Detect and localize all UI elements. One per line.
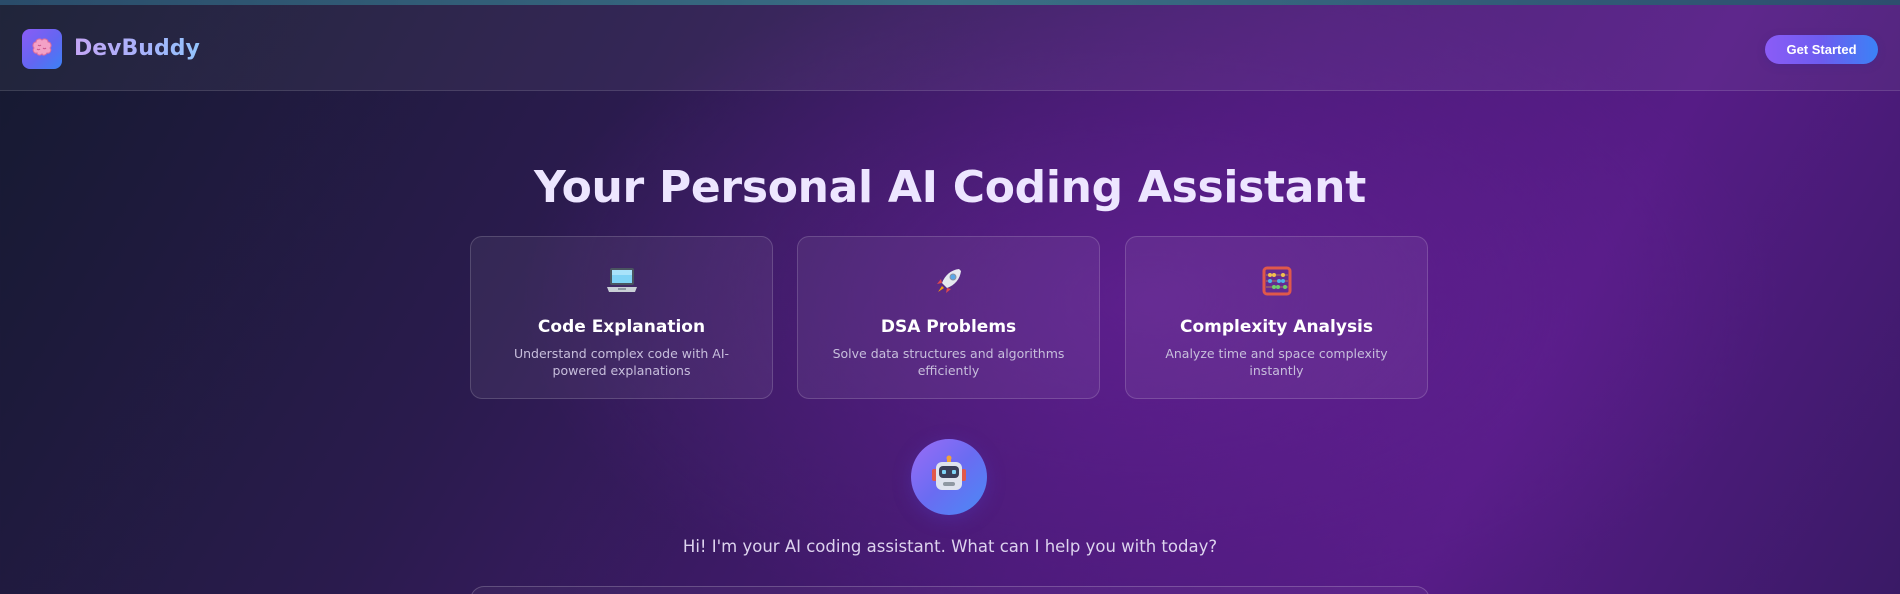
get-started-button[interactable]: Get Started: [1765, 35, 1878, 64]
brand-logo[interactable]: [22, 29, 62, 69]
feature-card-dsa-problems[interactable]: DSA Problems Solve data structures and a…: [797, 236, 1100, 399]
feature-description: Analyze time and space complexity instan…: [1165, 346, 1388, 378]
brain-icon: [30, 37, 54, 61]
rocket-icon: [798, 263, 1099, 299]
feature-title: Code Explanation: [537, 317, 706, 337]
navbar: DevBuddy Get Started: [0, 5, 1900, 91]
laptop-icon: [471, 263, 772, 299]
brand-name[interactable]: DevBuddy: [74, 36, 200, 62]
feature-title: Complexity Analysis: [1179, 317, 1374, 337]
feature-title: DSA Problems: [880, 317, 1017, 337]
robot-icon: [928, 454, 970, 500]
feature-card-code-explanation[interactable]: Code Explanation Understand complex code…: [470, 236, 773, 399]
abacus-icon: [1126, 263, 1427, 299]
hero-title: Your Personal AI Coding Assistant: [534, 162, 1366, 213]
chat-input-container[interactable]: [470, 586, 1430, 594]
feature-card-complexity-analysis[interactable]: Complexity Analysis Analyze time and spa…: [1125, 236, 1428, 399]
feature-description: Understand complex code with AI-powered …: [513, 346, 730, 378]
assistant-greeting: Hi! I'm your AI coding assistant. What c…: [682, 537, 1218, 556]
assistant-avatar: [911, 439, 987, 515]
feature-description: Solve data structures and algorithms eff…: [832, 346, 1065, 378]
